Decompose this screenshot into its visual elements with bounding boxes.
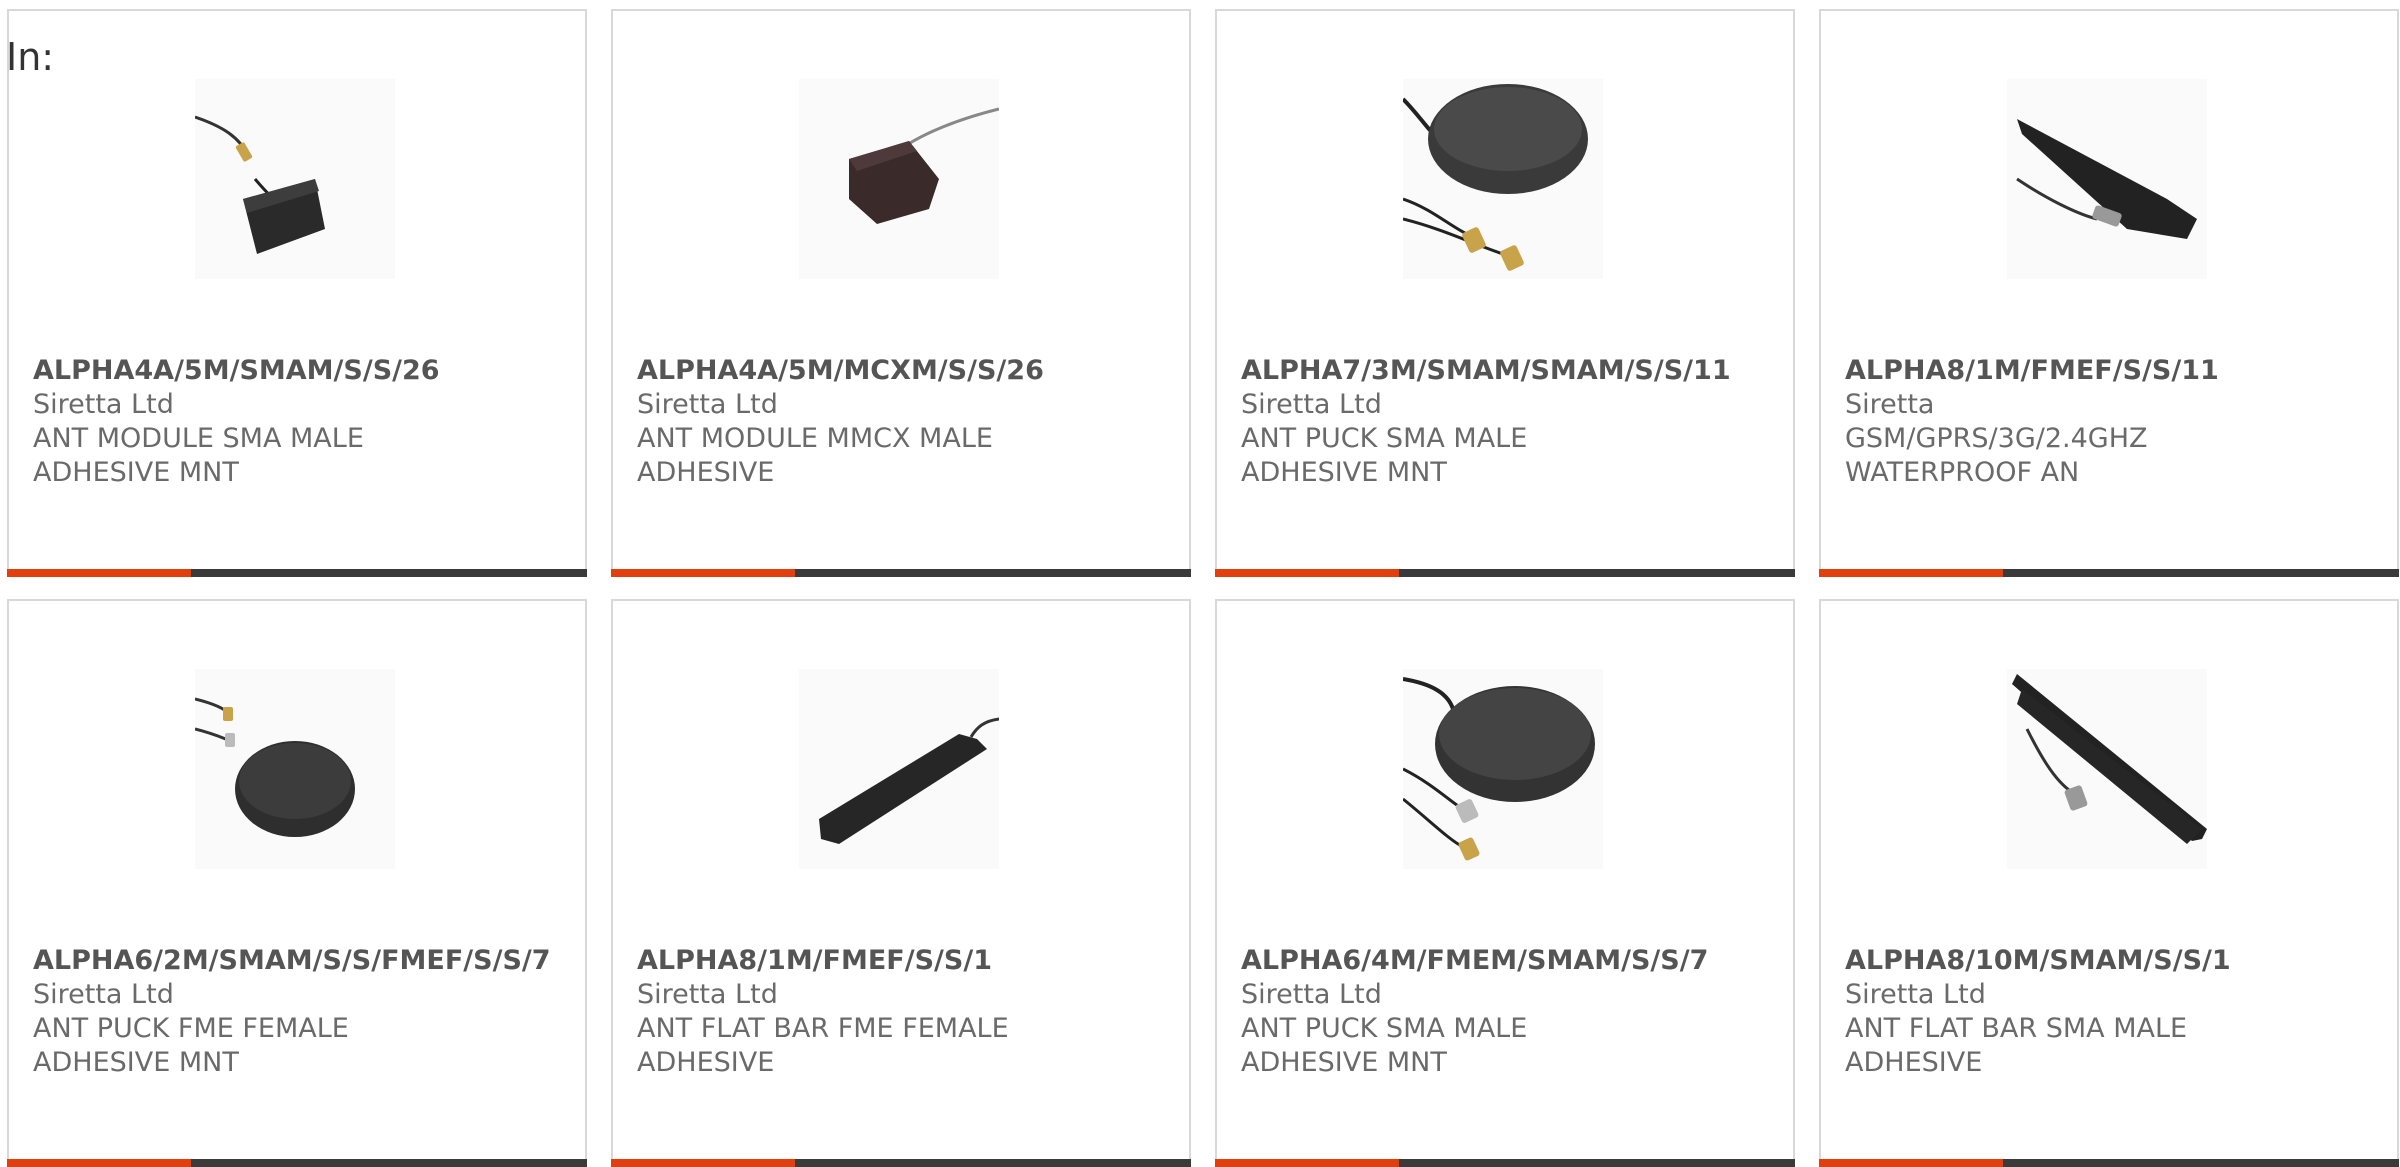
- card-footer-bar: [1215, 1159, 1795, 1167]
- manufacturer: Siretta Ltd: [637, 979, 778, 1010]
- product-card[interactable]: ALPHA7/3M/SMAM/SMAM/S/S/11 Siretta Ltd A…: [1215, 9, 1795, 577]
- card-footer-accent: [1215, 569, 1399, 577]
- product-info: ALPHA4A/5M/SMAM/S/S/26 Siretta Ltd ANT M…: [33, 354, 579, 490]
- manufacturer: Siretta Ltd: [1241, 389, 1382, 420]
- description: GSM/GPRS/3G/2.4GHZ WATERPROOF AN: [1845, 423, 2148, 488]
- manufacturer: Siretta Ltd: [637, 389, 778, 420]
- description: ANT MODULE SMA MALE ADHESIVE MNT: [33, 423, 364, 488]
- part-number[interactable]: ALPHA8/1M/FMEF/S/S/11: [1845, 354, 2391, 388]
- description: ANT FLAT BAR SMA MALE ADHESIVE: [1845, 1013, 2188, 1078]
- patch-antenna-sma-icon[interactable]: [195, 79, 395, 279]
- card-footer-bar: [7, 569, 587, 577]
- part-number[interactable]: ALPHA4A/5M/MCXM/S/S/26: [637, 354, 1183, 388]
- part-number[interactable]: ALPHA8/10M/SMAM/S/S/1: [1845, 944, 2391, 978]
- manufacturer: Siretta Ltd: [33, 979, 174, 1010]
- flat-bar-antenna-icon[interactable]: [799, 669, 999, 869]
- puck-antenna-icon[interactable]: [1403, 669, 1603, 869]
- product-card[interactable]: ALPHA6/4M/FMEM/SMAM/S/S/7 Siretta Ltd AN…: [1215, 599, 1795, 1167]
- product-info: ALPHA6/2M/SMAM/S/S/FMEF/S/S/7 Siretta Lt…: [33, 944, 579, 1080]
- puck-antenna-icon[interactable]: [195, 669, 395, 869]
- card-footer-bar: [1819, 1159, 2399, 1167]
- product-grid: ALPHA4A/5M/SMAM/S/S/26 Siretta Ltd ANT M…: [7, 9, 2400, 1167]
- part-number[interactable]: ALPHA4A/5M/SMAM/S/S/26: [33, 354, 579, 388]
- description: ANT PUCK FME FEMALE ADHESIVE MNT: [33, 1013, 349, 1078]
- patch-antenna-mcx-icon[interactable]: [799, 79, 999, 279]
- manufacturer: Siretta Ltd: [33, 389, 174, 420]
- manufacturer: Siretta Ltd: [1241, 979, 1382, 1010]
- card-footer-accent: [611, 569, 795, 577]
- card-footer-accent: [7, 569, 191, 577]
- product-info: ALPHA8/1M/FMEF/S/S/1 Siretta Ltd ANT FLA…: [637, 944, 1183, 1080]
- part-number[interactable]: ALPHA6/4M/FMEM/SMAM/S/S/7: [1241, 944, 1787, 978]
- product-info: ALPHA4A/5M/MCXM/S/S/26 Siretta Ltd ANT M…: [637, 354, 1183, 490]
- description: ANT MODULE MMCX MALE ADHESIVE: [637, 423, 993, 488]
- card-footer-accent: [1819, 1159, 2003, 1167]
- card-footer-accent: [1819, 569, 2003, 577]
- product-card[interactable]: ALPHA4A/5M/SMAM/S/S/26 Siretta Ltd ANT M…: [7, 9, 587, 577]
- flat-bar-antenna-icon[interactable]: [2007, 79, 2207, 279]
- card-footer-accent: [7, 1159, 191, 1167]
- part-number[interactable]: ALPHA8/1M/FMEF/S/S/1: [637, 944, 1183, 978]
- product-info: ALPHA8/1M/FMEF/S/S/11 Siretta GSM/GPRS/3…: [1845, 354, 2391, 490]
- product-info: ALPHA7/3M/SMAM/SMAM/S/S/11 Siretta Ltd A…: [1241, 354, 1787, 490]
- card-footer-accent: [1215, 1159, 1399, 1167]
- filter-label: In:: [6, 35, 55, 79]
- part-number[interactable]: ALPHA7/3M/SMAM/SMAM/S/S/11: [1241, 354, 1787, 388]
- description: ANT PUCK SMA MALE ADHESIVE MNT: [1241, 1013, 1528, 1078]
- manufacturer: Siretta: [1845, 389, 1935, 420]
- product-card[interactable]: ALPHA6/2M/SMAM/S/S/FMEF/S/S/7 Siretta Lt…: [7, 599, 587, 1167]
- card-footer-bar: [7, 1159, 587, 1167]
- card-footer-bar: [1215, 569, 1795, 577]
- product-card[interactable]: ALPHA8/1M/FMEF/S/S/11 Siretta GSM/GPRS/3…: [1819, 9, 2399, 577]
- product-info: ALPHA6/4M/FMEM/SMAM/S/S/7 Siretta Ltd AN…: [1241, 944, 1787, 1080]
- product-info: ALPHA8/10M/SMAM/S/S/1 Siretta Ltd ANT FL…: [1845, 944, 2391, 1080]
- card-footer-bar: [1819, 569, 2399, 577]
- product-card[interactable]: ALPHA8/1M/FMEF/S/S/1 Siretta Ltd ANT FLA…: [611, 599, 1191, 1167]
- product-card[interactable]: ALPHA8/10M/SMAM/S/S/1 Siretta Ltd ANT FL…: [1819, 599, 2399, 1167]
- flat-bar-antenna-icon[interactable]: [2007, 669, 2207, 869]
- manufacturer: Siretta Ltd: [1845, 979, 1986, 1010]
- product-card[interactable]: ALPHA4A/5M/MCXM/S/S/26 Siretta Ltd ANT M…: [611, 9, 1191, 577]
- description: ANT FLAT BAR FME FEMALE ADHESIVE: [637, 1013, 1009, 1078]
- puck-antenna-icon[interactable]: [1403, 79, 1603, 279]
- card-footer-bar: [611, 1159, 1191, 1167]
- card-footer-bar: [611, 569, 1191, 577]
- part-number[interactable]: ALPHA6/2M/SMAM/S/S/FMEF/S/S/7: [33, 944, 579, 978]
- card-footer-accent: [611, 1159, 795, 1167]
- description: ANT PUCK SMA MALE ADHESIVE MNT: [1241, 423, 1528, 488]
